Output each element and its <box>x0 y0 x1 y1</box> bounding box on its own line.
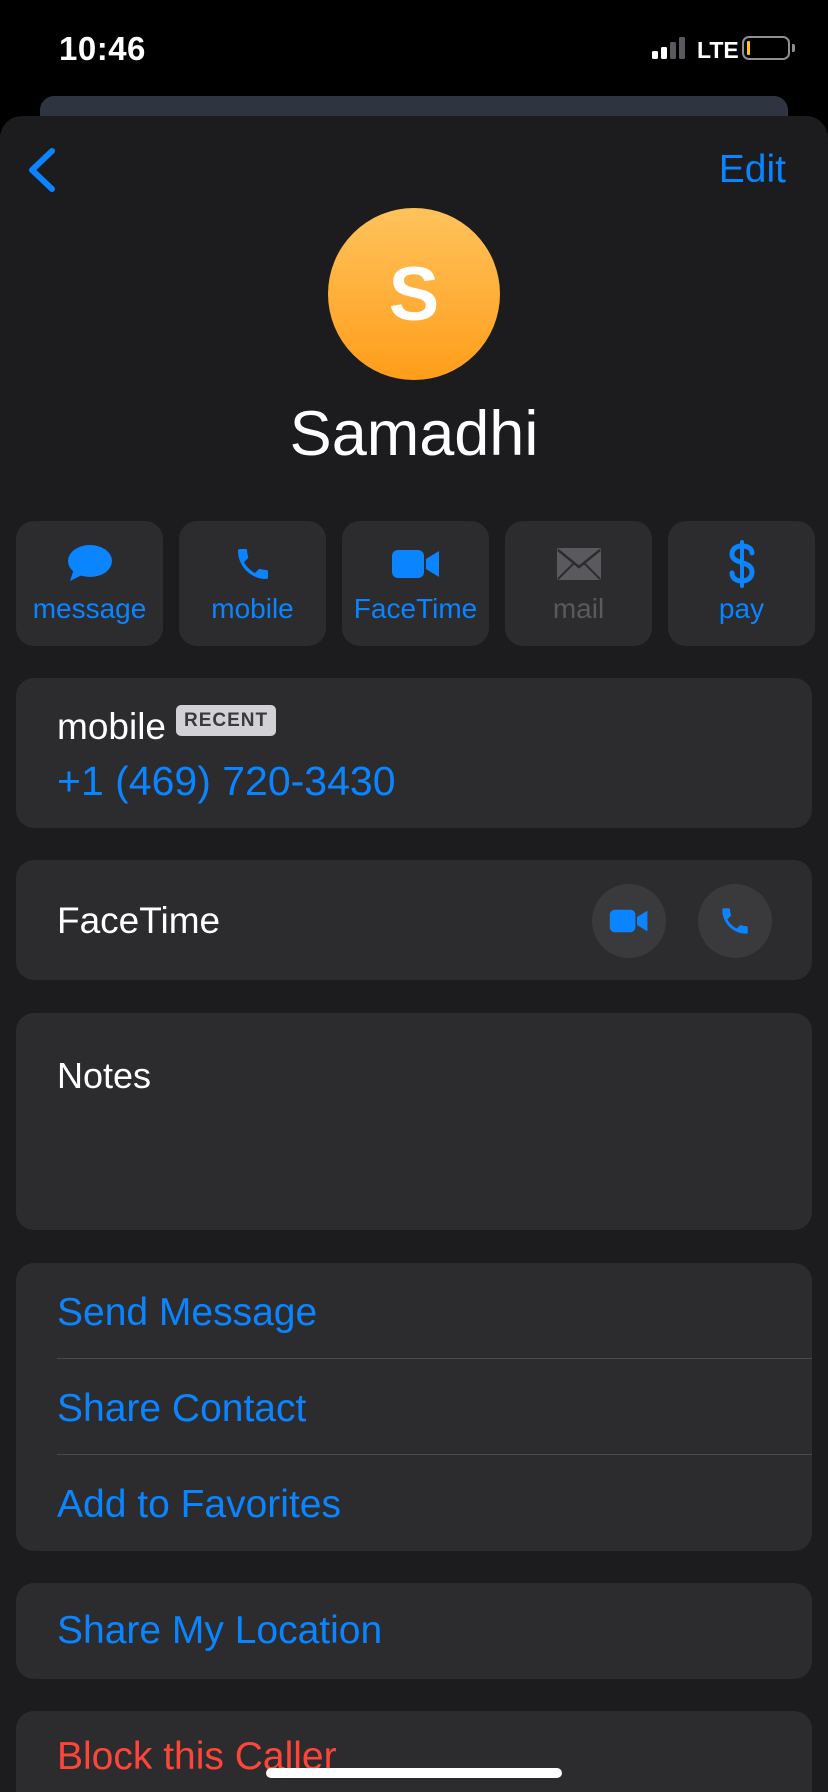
pay-action-label: pay <box>718 593 765 624</box>
facetime-audio-button[interactable] <box>698 884 772 958</box>
add-to-favorites-button[interactable]: Add to Favorites <box>57 1483 341 1527</box>
phone-icon <box>722 908 748 934</box>
video-camera-icon <box>391 550 439 578</box>
mobile-action-button[interactable]: mobile <box>179 521 326 646</box>
share-my-location-button[interactable]: Share My Location <box>57 1609 382 1653</box>
phone-icon <box>237 549 268 579</box>
home-indicator[interactable] <box>266 1768 562 1778</box>
chevron-left-icon <box>29 148 55 192</box>
contact-options-card: Send Message Share Contact Add to Favori… <box>16 1263 812 1551</box>
mobile-action-label: mobile <box>211 593 294 624</box>
facetime-action-label: FaceTime <box>353 593 478 624</box>
message-action-label: message <box>32 593 147 624</box>
send-message-button[interactable]: Send Message <box>57 1291 317 1335</box>
video-camera-icon <box>609 909 648 933</box>
message-action-button[interactable]: message <box>16 521 163 646</box>
mail-action-label: mail <box>552 593 605 624</box>
envelope-icon <box>556 548 601 580</box>
phone-label: mobile <box>57 706 166 747</box>
back-button[interactable] <box>18 140 68 200</box>
dollar-icon <box>728 540 755 588</box>
notes-card[interactable]: Notes <box>16 1013 812 1230</box>
divider <box>57 1358 812 1359</box>
message-bubble-icon <box>67 545 112 581</box>
facetime-label: FaceTime <box>57 900 221 941</box>
network-type: LTE <box>697 37 739 63</box>
phone-number-card[interactable]: mobile RECENT +1 (469) 720-3430 <box>16 678 812 828</box>
block-caller-card: Block this Caller <box>16 1711 812 1792</box>
share-location-card: Share My Location <box>16 1583 812 1679</box>
facetime-video-button[interactable] <box>592 884 666 958</box>
pay-action-button[interactable]: pay <box>668 521 815 646</box>
mail-action-button[interactable]: mail <box>505 521 652 646</box>
facetime-action-button[interactable]: FaceTime <box>342 521 489 646</box>
recent-badge: RECENT <box>176 705 277 736</box>
contact-name: Samadhi <box>289 399 539 469</box>
signal-strength-icon <box>652 37 685 59</box>
notes-label: Notes <box>57 1055 152 1096</box>
quick-actions: message mobile FaceTime mail pay <box>16 521 815 646</box>
avatar-initial: S <box>388 251 440 337</box>
facetime-card: FaceTime <box>16 860 812 980</box>
avatar: S <box>328 208 500 380</box>
divider <box>57 1454 812 1455</box>
battery-icon <box>742 36 795 60</box>
status-time: 10:46 <box>59 30 146 67</box>
phone-number-link[interactable]: +1 (469) 720-3430 <box>57 758 396 805</box>
share-contact-button[interactable]: Share Contact <box>57 1387 306 1431</box>
status-bar: 10:46 LTE <box>0 0 828 100</box>
edit-button[interactable]: Edit <box>719 148 786 192</box>
